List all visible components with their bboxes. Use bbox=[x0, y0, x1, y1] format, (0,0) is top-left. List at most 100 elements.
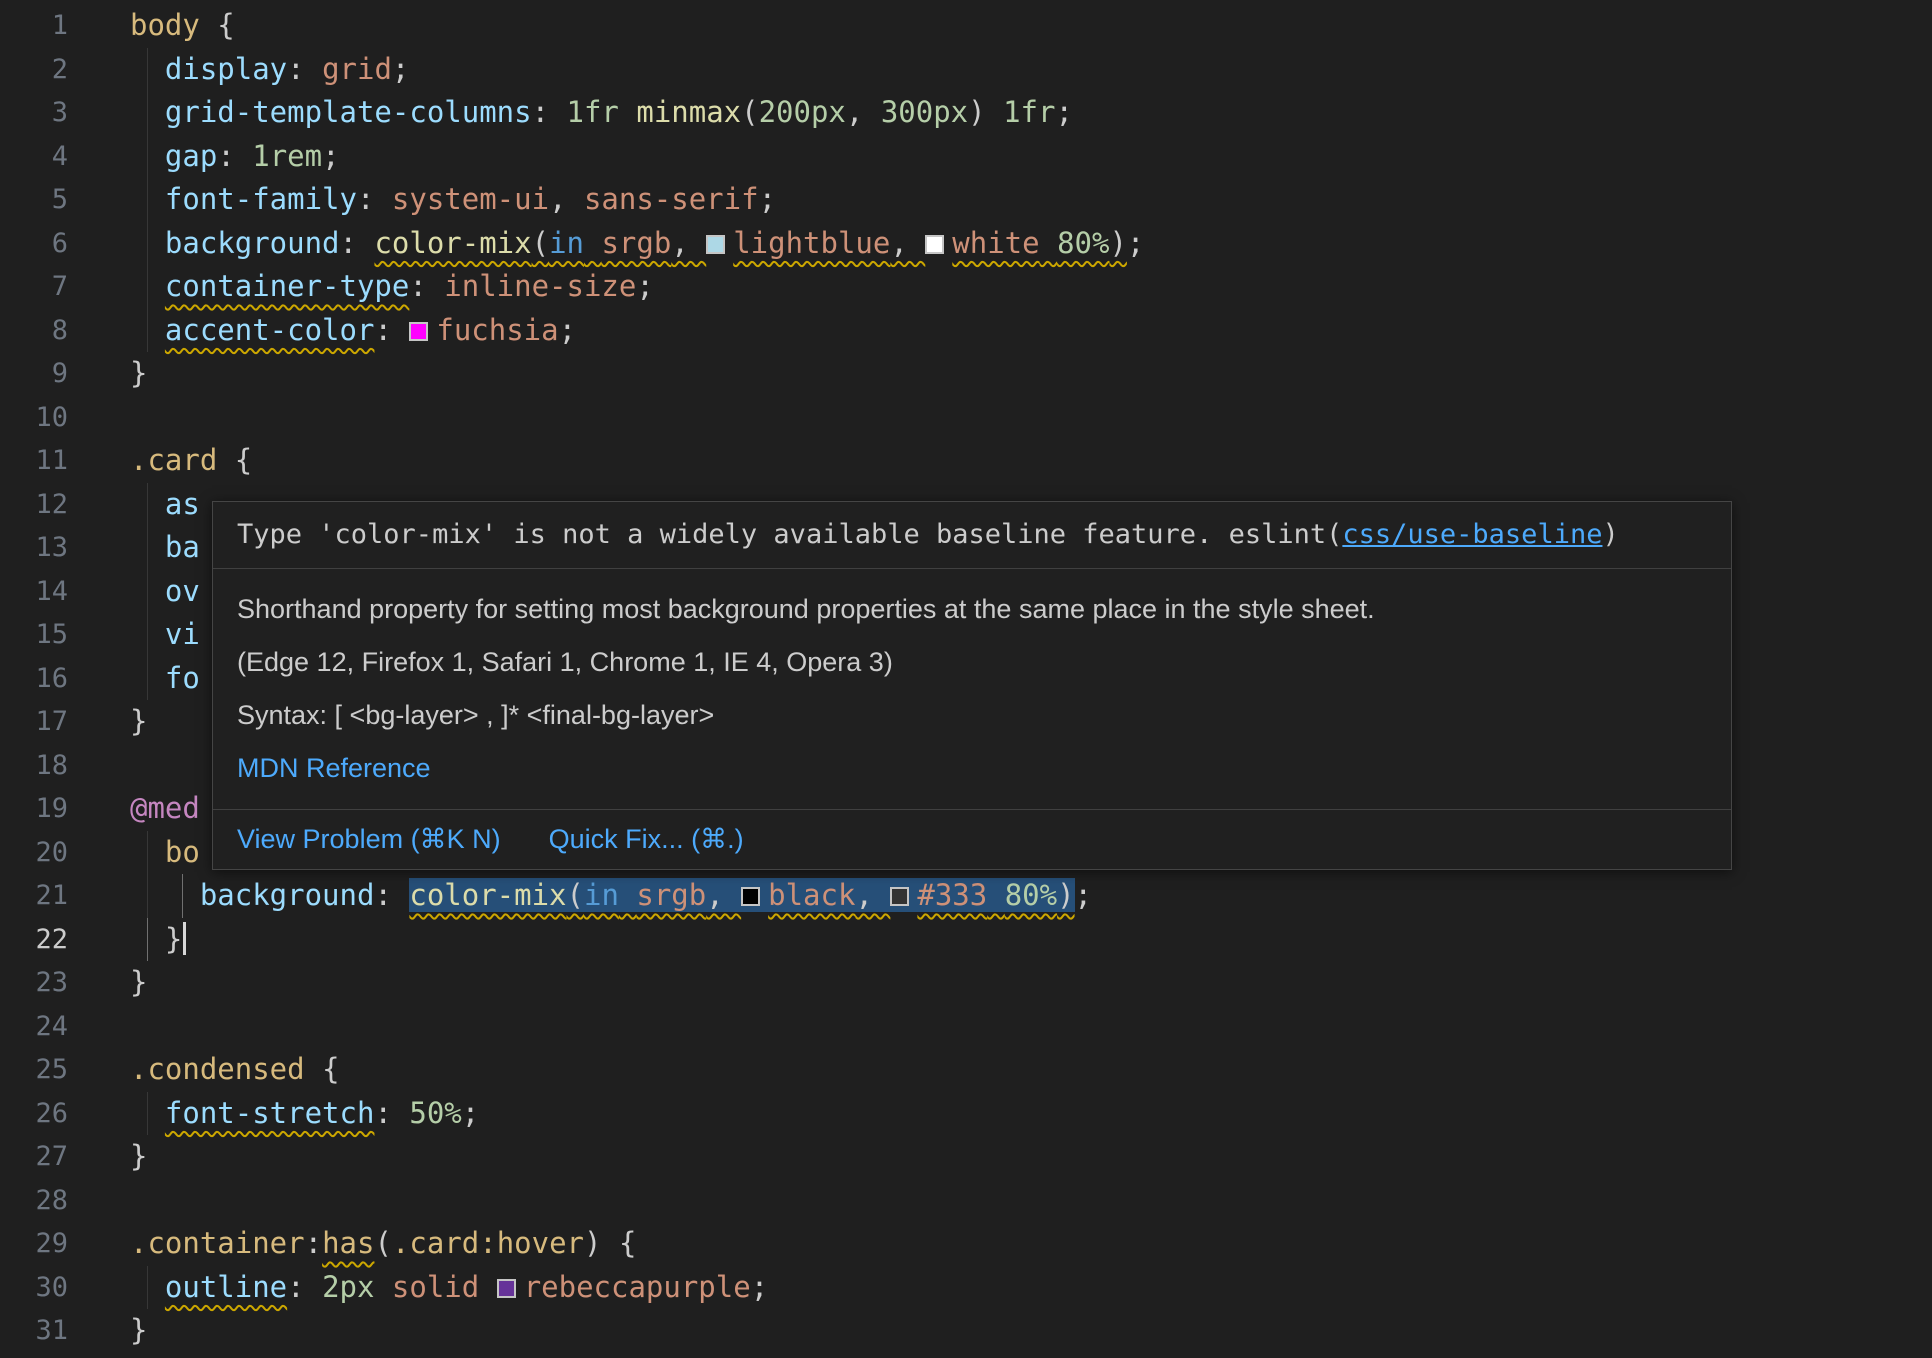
code-line-content[interactable] bbox=[130, 396, 1932, 440]
line-number[interactable]: 2 bbox=[0, 48, 68, 92]
code-line[interactable]: 8 accent-color: fuchsia; bbox=[0, 309, 1932, 353]
code-line-content[interactable]: body { bbox=[130, 4, 1932, 48]
code-line-content[interactable]: .condensed { bbox=[130, 1048, 1932, 1092]
line-number[interactable]: 24 bbox=[0, 1005, 68, 1049]
code-line-content[interactable]: accent-color: fuchsia; bbox=[130, 309, 1932, 353]
code-token: .card bbox=[392, 1226, 479, 1260]
code-line-content[interactable]: gap: 1rem; bbox=[130, 135, 1932, 179]
code-line[interactable]: 11 .card { bbox=[0, 439, 1932, 483]
code-token: minmax bbox=[636, 95, 741, 129]
code-line[interactable]: 29 .container:has(.card:hover) { bbox=[0, 1222, 1932, 1266]
code-line[interactable]: 24 bbox=[0, 1005, 1932, 1049]
code-line[interactable]: 2 display: grid; bbox=[0, 48, 1932, 92]
code-line-content[interactable]: font-family: system-ui, sans-serif; bbox=[130, 178, 1932, 222]
quick-fix-link[interactable]: Quick Fix... (⌘.) bbox=[549, 824, 744, 855]
color-swatch[interactable] bbox=[741, 887, 760, 906]
code-line[interactable]: 22 } bbox=[0, 918, 1932, 962]
line-number[interactable]: 29 bbox=[0, 1222, 68, 1266]
line-number[interactable]: 26 bbox=[0, 1092, 68, 1136]
line-number[interactable]: 23 bbox=[0, 961, 68, 1005]
line-number[interactable]: 1 bbox=[0, 4, 68, 48]
code-line[interactable]: 23} bbox=[0, 961, 1932, 1005]
mdn-reference-link[interactable]: MDN Reference bbox=[237, 753, 431, 783]
code-line[interactable]: 31} bbox=[0, 1309, 1932, 1353]
line-number[interactable]: 30 bbox=[0, 1266, 68, 1310]
code-line[interactable]: 9} bbox=[0, 352, 1932, 396]
code-line-content[interactable]: container-type: inline-size; bbox=[130, 265, 1932, 309]
line-number[interactable]: 4 bbox=[0, 135, 68, 179]
code-line[interactable]: 4 gap: 1rem; bbox=[0, 135, 1932, 179]
eslint-rule-link[interactable]: css/use-baseline bbox=[1342, 519, 1602, 550]
code-token: ( bbox=[567, 878, 584, 912]
line-number[interactable]: 17 bbox=[0, 700, 68, 744]
code-token: @med bbox=[130, 791, 200, 825]
color-swatch[interactable] bbox=[706, 235, 725, 254]
code-line-content[interactable]: } bbox=[130, 1135, 1932, 1179]
code-token: , bbox=[855, 878, 890, 912]
indent-guide bbox=[147, 657, 148, 701]
code-line[interactable]: 25 .condensed { bbox=[0, 1048, 1932, 1092]
code-line-content[interactable] bbox=[130, 1179, 1932, 1223]
token-with-swatch: black bbox=[741, 878, 855, 912]
color-swatch[interactable] bbox=[497, 1279, 516, 1298]
code-line-content[interactable]: .container:has(.card:hover) { bbox=[130, 1222, 1932, 1266]
line-number[interactable]: 25 bbox=[0, 1048, 68, 1092]
syntax-line: Syntax: [ <bg-layer> , ]* <final-bg-laye… bbox=[237, 699, 1707, 732]
line-number[interactable]: 10 bbox=[0, 396, 68, 440]
code-line-content[interactable]: grid-template-columns: 1fr minmax(200px,… bbox=[130, 91, 1932, 135]
code-line-content[interactable]: } bbox=[130, 918, 1932, 962]
line-number[interactable]: 28 bbox=[0, 1179, 68, 1223]
color-swatch[interactable] bbox=[890, 887, 909, 906]
code-line-content[interactable]: outline: 2px solid rebeccapurple; bbox=[130, 1266, 1932, 1310]
line-number[interactable]: 14 bbox=[0, 570, 68, 614]
code-token: ) bbox=[968, 95, 1003, 129]
code-line-content[interactable]: .card { bbox=[130, 439, 1932, 483]
line-number[interactable]: 6 bbox=[0, 222, 68, 266]
indent-guide bbox=[147, 309, 148, 353]
code-token: background bbox=[165, 226, 340, 260]
line-number[interactable]: 31 bbox=[0, 1309, 68, 1353]
code-line-content[interactable]: } bbox=[130, 352, 1932, 396]
code-token: { bbox=[601, 1226, 636, 1260]
line-number[interactable]: 3 bbox=[0, 91, 68, 135]
code-token: in bbox=[584, 878, 619, 912]
line-number[interactable]: 18 bbox=[0, 744, 68, 788]
line-number[interactable]: 19 bbox=[0, 787, 68, 831]
line-number[interactable]: 5 bbox=[0, 178, 68, 222]
color-swatch[interactable] bbox=[925, 235, 944, 254]
code-line[interactable]: 3 grid-template-columns: 1fr minmax(200p… bbox=[0, 91, 1932, 135]
code-line[interactable]: 28 bbox=[0, 1179, 1932, 1223]
code-line[interactable]: 1 body { bbox=[0, 4, 1932, 48]
color-swatch[interactable] bbox=[409, 322, 428, 341]
line-number[interactable]: 12 bbox=[0, 483, 68, 527]
code-line[interactable]: 7 container-type: inline-size; bbox=[0, 265, 1932, 309]
code-token: 2px bbox=[322, 1270, 374, 1304]
code-line-content[interactable] bbox=[130, 1005, 1932, 1049]
line-number[interactable]: 15 bbox=[0, 613, 68, 657]
line-number[interactable]: 7 bbox=[0, 265, 68, 309]
line-number[interactable]: 27 bbox=[0, 1135, 68, 1179]
line-number[interactable]: 21 bbox=[0, 874, 68, 918]
view-problem-link[interactable]: View Problem (⌘K N) bbox=[237, 824, 501, 855]
code-line-content[interactable]: display: grid; bbox=[130, 48, 1932, 92]
code-line[interactable]: 27} bbox=[0, 1135, 1932, 1179]
code-line[interactable]: 10 bbox=[0, 396, 1932, 440]
code-line-content[interactable]: } bbox=[130, 1309, 1932, 1353]
line-number[interactable]: 20 bbox=[0, 831, 68, 875]
code-line[interactable]: 26 font-stretch: 50%; bbox=[0, 1092, 1932, 1136]
code-line-content[interactable]: background: color-mix(in srgb, black, #3… bbox=[130, 874, 1932, 918]
code-line-content[interactable]: background: color-mix(in srgb, lightblue… bbox=[130, 222, 1932, 266]
code-line[interactable]: 5 font-family: system-ui, sans-serif; bbox=[0, 178, 1932, 222]
code-line-content[interactable]: } bbox=[130, 961, 1932, 1005]
code-line[interactable]: 21 background: color-mix(in srgb, black,… bbox=[0, 874, 1932, 918]
line-number[interactable]: 13 bbox=[0, 526, 68, 570]
code-line[interactable]: 30 outline: 2px solid rebeccapurple; bbox=[0, 1266, 1932, 1310]
line-number[interactable]: 11 bbox=[0, 439, 68, 483]
line-number[interactable]: 22 bbox=[0, 918, 68, 962]
line-number[interactable]: 9 bbox=[0, 352, 68, 396]
code-line-content[interactable]: font-stretch: 50%; bbox=[130, 1092, 1932, 1136]
indent-guide bbox=[147, 874, 148, 918]
code-line[interactable]: 6 background: color-mix(in srgb, lightbl… bbox=[0, 222, 1932, 266]
line-number[interactable]: 8 bbox=[0, 309, 68, 353]
line-number[interactable]: 16 bbox=[0, 657, 68, 701]
